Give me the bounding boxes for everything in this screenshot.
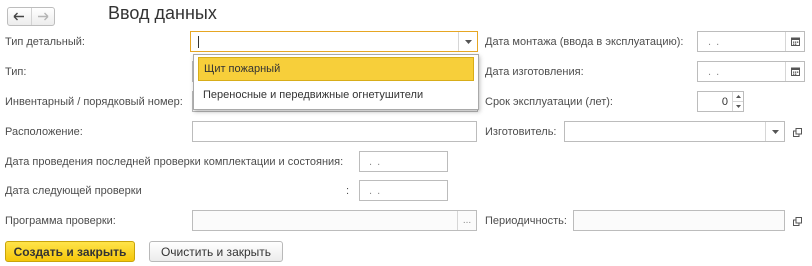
install-date-calendar-button[interactable] xyxy=(785,32,804,51)
manufacturer-dropdown-button[interactable] xyxy=(765,122,784,141)
manufacture-date-calendar-button[interactable] xyxy=(785,62,804,81)
service-life-stepper[interactable] xyxy=(732,92,743,111)
service-life-label: Срок эксплуатации (лет): xyxy=(485,96,613,108)
text-caret xyxy=(198,36,199,48)
type-detailed-dropdown-button[interactable] xyxy=(458,32,477,51)
open-window-icon xyxy=(792,216,802,226)
nav-button-group xyxy=(7,7,55,26)
page-title: Ввод данных xyxy=(108,3,217,23)
back-button[interactable] xyxy=(8,8,31,25)
program-input[interactable] xyxy=(193,211,457,230)
periodicity-field[interactable] xyxy=(573,210,785,231)
caret-up-icon xyxy=(735,95,741,98)
periodicity-open-button[interactable] xyxy=(789,213,805,229)
program-field[interactable]: ... xyxy=(192,210,477,231)
date-mask: . . xyxy=(369,155,382,168)
manufacturer-input[interactable] xyxy=(565,122,765,141)
location-field[interactable] xyxy=(192,121,477,142)
chevron-down-icon xyxy=(771,129,779,134)
clear-and-close-button[interactable]: Очистить и закрыть xyxy=(149,241,283,262)
install-date-input[interactable]: . . xyxy=(698,32,785,51)
next-check-colon: : xyxy=(346,185,350,197)
manufacturer-field[interactable] xyxy=(564,121,785,142)
manufacture-date-input[interactable]: . . xyxy=(698,62,785,81)
calendar-icon xyxy=(790,67,800,76)
next-check-date-field[interactable]: . . xyxy=(359,180,448,201)
install-date-field[interactable]: . . xyxy=(697,31,805,52)
stepper-up-button[interactable] xyxy=(733,92,743,102)
type-label: Тип: xyxy=(5,66,27,78)
manufacturer-open-button[interactable] xyxy=(789,124,805,140)
chevron-down-icon xyxy=(464,39,472,44)
create-and-close-button[interactable]: Создать и закрыть xyxy=(5,241,135,262)
type-detailed-input[interactable] xyxy=(191,32,458,51)
manufacturer-label: Изготовитель: xyxy=(485,126,557,138)
caret-down-icon xyxy=(735,105,741,108)
stepper-down-button[interactable] xyxy=(733,102,743,111)
type-detailed-field[interactable] xyxy=(190,31,478,52)
periodicity-label: Периодичность: xyxy=(485,215,567,227)
arrow-right-icon xyxy=(37,12,49,21)
program-select-button[interactable]: ... xyxy=(457,211,476,230)
manufacture-date-label: Дата изготовления: xyxy=(485,66,584,78)
manufacture-date-field[interactable]: . . xyxy=(697,61,805,82)
service-life-field[interactable]: 0 xyxy=(697,91,744,112)
date-mask: . . xyxy=(708,65,721,78)
open-window-icon xyxy=(792,127,802,137)
install-date-label: Дата монтажа (ввода в эксплуатацию): xyxy=(485,36,684,48)
location-label: Расположение: xyxy=(5,126,83,138)
forward-button[interactable] xyxy=(30,8,54,25)
type-detailed-label: Тип детальный: xyxy=(5,36,85,48)
inventory-number-label: Инвентарный / порядковый номер: xyxy=(5,96,183,108)
calendar-icon xyxy=(790,37,800,46)
last-check-date-label: Дата проведения последней проверки компл… xyxy=(5,156,344,168)
arrow-left-icon xyxy=(13,12,25,21)
program-label: Программа проверки: xyxy=(5,215,116,227)
service-life-value[interactable]: 0 xyxy=(698,92,732,111)
date-mask: . . xyxy=(708,35,721,48)
dropdown-item-extinguishers[interactable]: Переносные и передвижные огнетушители xyxy=(198,83,474,107)
last-check-date-field[interactable]: . . xyxy=(359,151,448,172)
dropdown-item-fire-shield[interactable]: Щит пожарный xyxy=(198,57,474,81)
type-detailed-dropdown-list: Щит пожарный Переносные и передвижные ог… xyxy=(193,54,479,110)
next-check-date-label: Дата следующей проверки xyxy=(5,185,142,197)
date-mask: . . xyxy=(369,184,382,197)
input-form-window: Ввод данных Тип детальный: Тип: Инвентар… xyxy=(0,0,812,266)
